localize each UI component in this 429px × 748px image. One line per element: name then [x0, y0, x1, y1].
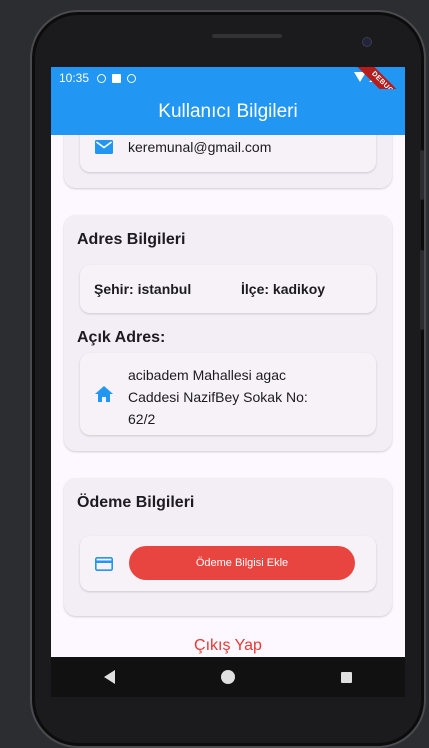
dnd-icon	[97, 73, 107, 83]
payment-card: Ödeme Bilgileri Ödeme Bilgisi Ekle	[64, 478, 392, 616]
add-payment-button[interactable]: Ödeme Bilgisi Ekle	[129, 546, 355, 580]
status-notification-icons	[97, 73, 137, 83]
open-address-row: acibadem Mahallesi agac Caddesi NazifBey…	[80, 353, 376, 435]
logout-button[interactable]: Çıkış Yap	[51, 637, 405, 655]
phone-screen: 10:35 DEBUG Kullanıcı Bilgileri keremuna…	[51, 67, 405, 657]
mail-icon	[95, 140, 113, 154]
email-row: keremunal@gmail.com	[80, 135, 376, 172]
back-icon[interactable]	[104, 670, 115, 684]
app-bar: Kullanıcı Bilgileri	[51, 89, 405, 135]
home-nav-icon[interactable]	[221, 670, 235, 684]
sync-icon	[127, 73, 137, 83]
status-time: 10:35	[59, 71, 90, 85]
power-button[interactable]	[420, 150, 424, 200]
payment-title: Ödeme Bilgileri	[77, 494, 195, 511]
district-text: İlçe: kadikoy	[241, 281, 326, 297]
open-address-line-2: Caddesi NazifBey Sokak No:	[128, 389, 308, 405]
city-district-row: Şehir: istanbul İlçe: kadikoy	[80, 265, 376, 313]
scroll-content[interactable]: keremunal@gmail.com Adres Bilgileri Şehi…	[51, 135, 405, 657]
credit-card-icon	[95, 557, 113, 571]
speaker-grille	[212, 34, 282, 38]
address-title: Adres Bilgileri	[77, 231, 186, 248]
recent-apps-icon[interactable]	[341, 671, 352, 683]
address-card: Adres Bilgileri Şehir: istanbul İlçe: ka…	[64, 215, 392, 451]
android-nav-bar	[51, 657, 405, 697]
city-text: Şehir: istanbul	[94, 281, 192, 297]
open-address-title: Açık Adres:	[77, 329, 166, 346]
home-icon	[95, 386, 113, 402]
open-address-line-1: acibadem Mahallesi agac	[128, 367, 286, 383]
email-text: keremunal@gmail.com	[128, 139, 272, 155]
contact-card: keremunal@gmail.com	[64, 135, 392, 188]
open-address-line-3: 62/2	[128, 411, 156, 427]
volume-button[interactable]	[420, 250, 424, 330]
page-title: Kullanıcı Bilgileri	[158, 101, 298, 122]
sd-card-icon	[112, 73, 122, 83]
status-bar: 10:35 DEBUG	[51, 67, 405, 120]
payment-row: Ödeme Bilgisi Ekle	[80, 536, 376, 591]
front-camera	[362, 37, 372, 47]
